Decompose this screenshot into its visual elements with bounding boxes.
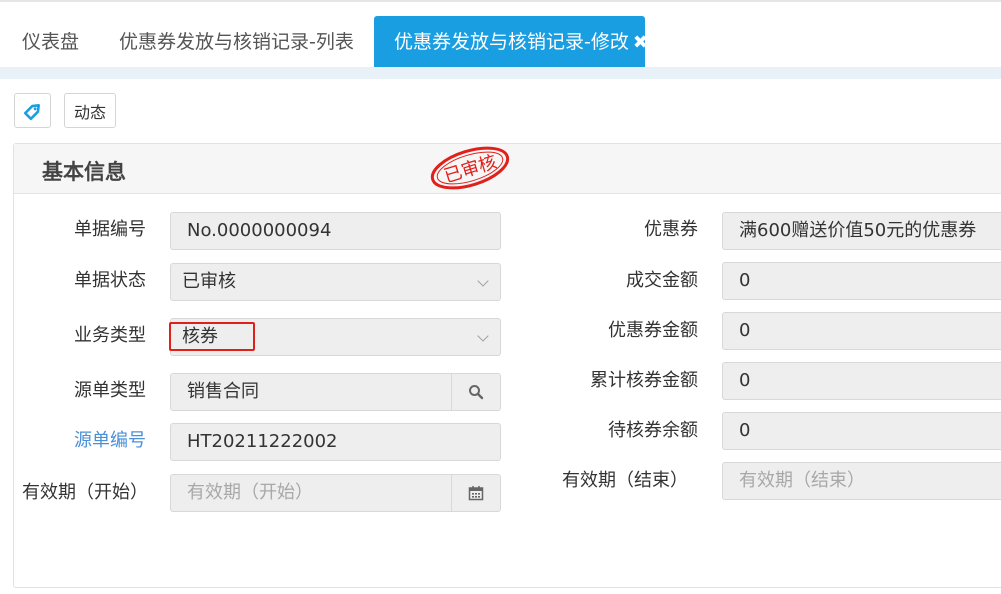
tag-icon — [23, 103, 40, 120]
dynamic-button-label: 动态 — [73, 102, 106, 122]
total-redeemed-label: 累计核券金额 — [590, 370, 698, 391]
tab-coupon-edit[interactable]: 优惠券发放与核销记录-修改 ✖ — [374, 16, 648, 69]
coupon-amount-label: 优惠券金额 — [608, 320, 698, 341]
tab-label: 优惠券发放与核销记录-列表 — [119, 31, 354, 53]
panel-title: 基本信息 — [42, 160, 126, 184]
pending-balance-field[interactable]: 0 — [722, 412, 1001, 450]
valid-start-field[interactable]: 有效期（开始） — [170, 474, 501, 512]
status-label: 单据状态 — [74, 270, 146, 291]
tab-dashboard[interactable]: 仪表盘 — [22, 16, 79, 69]
total-redeemed-field[interactable]: 0 — [722, 362, 1001, 400]
tab-underline-strip — [0, 67, 1001, 79]
valid-end-field[interactable]: 有效期（结束） — [722, 462, 1001, 500]
coupon-field[interactable]: 满600赠送价值50元的优惠券 — [722, 212, 1001, 250]
tab-bar: 仪表盘 优惠券发放与核销记录-列表 优惠券发放与核销记录-修改 ✖ — [0, 0, 1001, 69]
tab-label: 优惠券发放与核销记录-修改 — [394, 31, 629, 53]
coupon-amount-field[interactable]: 0 — [722, 312, 1001, 350]
deal-amount-value: 0 — [739, 270, 751, 291]
doc-no-value: No.0000000094 — [187, 220, 332, 241]
close-icon[interactable]: ✖ — [633, 32, 648, 53]
source-type-value: 销售合同 — [187, 381, 259, 402]
chevron-down-icon — [477, 330, 489, 342]
doc-no-field[interactable]: No.0000000094 — [170, 212, 501, 250]
source-type-field[interactable]: 销售合同 — [170, 373, 501, 411]
search-button[interactable] — [451, 374, 500, 410]
source-no-value: HT20211222002 — [187, 431, 338, 452]
coupon-amount-value: 0 — [739, 320, 751, 341]
doc-no-label: 单据编号 — [74, 219, 146, 240]
calendar-button[interactable] — [451, 475, 500, 511]
coupon-label: 优惠券 — [644, 219, 698, 240]
source-no-field[interactable]: HT20211222002 — [170, 423, 501, 461]
calendar-icon — [468, 486, 484, 501]
deal-amount-label: 成交金额 — [626, 270, 698, 291]
pending-balance-value: 0 — [739, 420, 751, 441]
tag-button[interactable] — [14, 93, 51, 128]
tab-label: 仪表盘 — [22, 31, 80, 53]
deal-amount-field[interactable]: 0 — [722, 262, 1001, 300]
biz-type-label: 业务类型 — [74, 325, 146, 346]
valid-end-label: 有效期（结束） — [562, 470, 688, 491]
valid-end-placeholder: 有效期（结束） — [739, 470, 865, 491]
pending-balance-label: 待核券余额 — [608, 420, 698, 441]
status-select[interactable]: 已审核 — [170, 263, 501, 301]
status-value: 已审核 — [182, 271, 236, 292]
dynamic-button[interactable]: 动态 — [64, 93, 116, 128]
tab-coupon-list[interactable]: 优惠券发放与核销记录-列表 — [119, 16, 354, 69]
valid-start-label: 有效期（开始） — [22, 482, 148, 503]
coupon-value: 满600赠送价值50元的优惠券 — [739, 220, 977, 241]
valid-start-placeholder: 有效期（开始） — [187, 482, 313, 503]
source-type-label: 源单类型 — [74, 380, 146, 401]
search-icon — [469, 385, 484, 400]
chevron-down-icon — [477, 275, 489, 287]
highlight-box — [169, 322, 255, 351]
source-no-label[interactable]: 源单编号 — [74, 422, 146, 460]
total-redeemed-value: 0 — [739, 370, 751, 391]
